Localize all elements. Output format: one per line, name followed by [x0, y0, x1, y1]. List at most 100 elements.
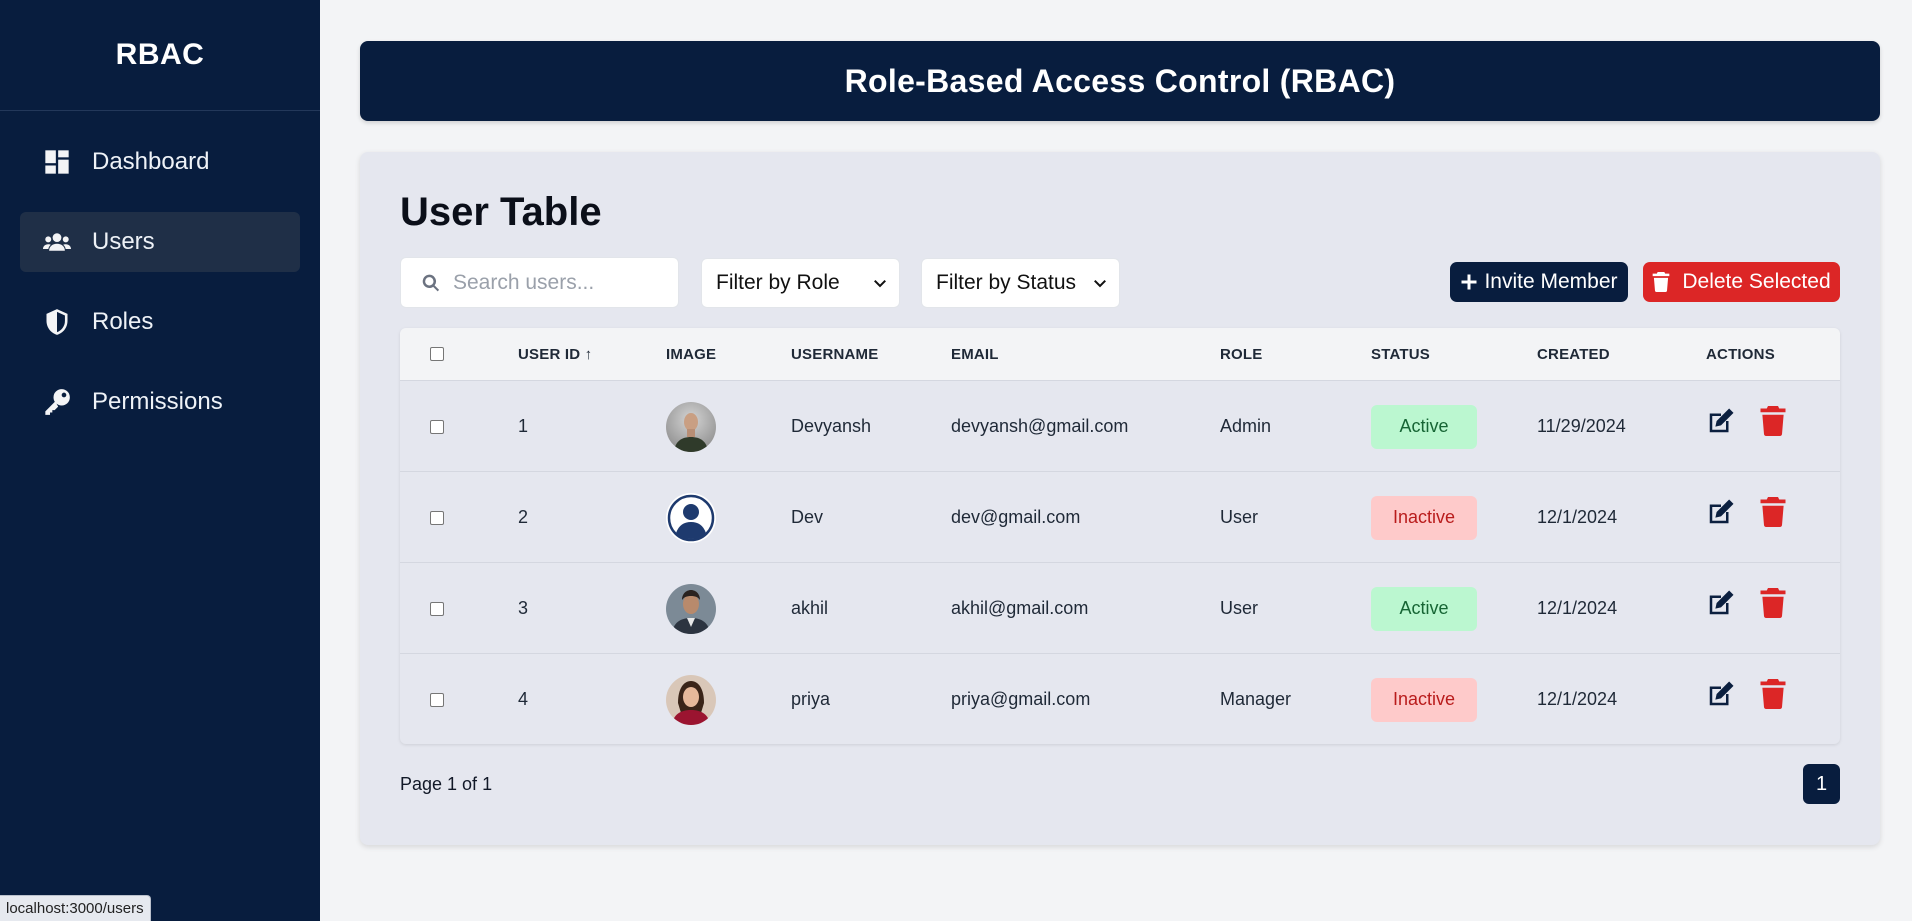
- sidebar-item-users[interactable]: Users: [20, 212, 300, 272]
- edit-icon[interactable]: [1706, 406, 1736, 436]
- created-cell: 12/1/2024: [1537, 507, 1618, 527]
- status-badge: Inactive: [1371, 495, 1477, 540]
- table-row: 1 Devyansh devyansh@gmail.com Admin Acti…: [400, 380, 1840, 471]
- row-checkbox-cell: [430, 563, 444, 654]
- row-checkbox-cell: [430, 381, 444, 472]
- status-cell: Inactive: [1371, 654, 1477, 744]
- created-cell: 12/1/2024: [1537, 598, 1618, 618]
- row-checkbox[interactable]: [430, 601, 444, 616]
- pagination-info: Page 1 of 1: [400, 774, 493, 794]
- trash-icon: [1653, 272, 1670, 292]
- username-cell: Devyansh: [791, 416, 872, 436]
- edit-icon[interactable]: [1706, 679, 1736, 709]
- status-badge: Active: [1371, 404, 1477, 449]
- sidebar-item-label: Dashboard: [92, 148, 210, 175]
- image-cell: [666, 654, 716, 744]
- user-id-cell: 1: [518, 416, 529, 436]
- trash-icon[interactable]: [1760, 405, 1786, 436]
- trash-icon[interactable]: [1760, 587, 1786, 618]
- sidebar-item-dashboard[interactable]: Dashboard: [20, 132, 300, 192]
- email-cell: dev@gmail.com: [951, 507, 1081, 527]
- role-cell: Manager: [1220, 689, 1292, 709]
- edit-icon[interactable]: [1706, 497, 1736, 527]
- avatar: [666, 583, 716, 634]
- image-cell: [666, 563, 716, 654]
- row-checkbox[interactable]: [430, 692, 444, 707]
- row-checkbox[interactable]: [430, 419, 444, 434]
- sidebar-item-permissions[interactable]: Permissions: [20, 372, 300, 432]
- delete-selected-button[interactable]: Delete Selected: [1643, 262, 1840, 302]
- delete-selected-label: Delete Selected: [1682, 270, 1831, 293]
- actions-cell: [1706, 381, 1786, 472]
- status-cell: Active: [1371, 563, 1477, 654]
- chevron-down-icon: [874, 279, 886, 288]
- table-row: 3 akhil akhil@gmail.com User Active 12/1…: [400, 562, 1840, 653]
- filter-role-select[interactable]: Filter by Role: [701, 258, 900, 308]
- sidebar: RBAC Dashboard Users Roles Permissions: [0, 0, 320, 921]
- invite-member-label: Invite Member: [1484, 270, 1618, 293]
- shield-icon: [42, 307, 72, 337]
- username-cell: Dev: [791, 507, 824, 527]
- search-input[interactable]: [453, 270, 663, 295]
- role-cell: User: [1220, 507, 1259, 527]
- role-cell: User: [1220, 598, 1259, 618]
- chevron-down-icon: [1094, 279, 1106, 288]
- invite-member-button[interactable]: Invite Member: [1450, 262, 1628, 302]
- search-box: [400, 257, 679, 308]
- search-icon: [422, 274, 440, 291]
- users-icon: [42, 227, 72, 257]
- user-id-cell: 4: [518, 689, 529, 709]
- select-all-checkbox[interactable]: [430, 347, 444, 361]
- table-header: USER ID ↑ IMAGE USERNAME EMAIL ROLE STAT…: [400, 328, 1840, 380]
- status-badge: Active: [1371, 586, 1477, 631]
- row-checkbox-cell: [430, 472, 444, 563]
- trash-icon[interactable]: [1760, 496, 1786, 527]
- row-checkbox[interactable]: [430, 510, 444, 525]
- avatar: [666, 674, 716, 725]
- filter-status-select[interactable]: Filter by Status: [921, 258, 1120, 308]
- table-row: 4 priya priya@gmail.com Manager Inactive…: [400, 653, 1840, 744]
- avatar: [666, 401, 716, 452]
- status-cell: Active: [1371, 381, 1477, 472]
- sidebar-item-label: Roles: [92, 308, 154, 335]
- avatar: [666, 492, 716, 543]
- column-header-email[interactable]: EMAIL: [951, 328, 999, 380]
- column-header-user-id[interactable]: USER ID ↑: [518, 328, 592, 380]
- image-cell: [666, 472, 716, 563]
- key-icon: [42, 387, 72, 417]
- created-cell: 12/1/2024: [1537, 689, 1618, 709]
- email-cell: devyansh@gmail.com: [951, 416, 1129, 436]
- status-badge: Inactive: [1371, 677, 1477, 722]
- column-header-status[interactable]: STATUS: [1371, 328, 1430, 380]
- users-table: USER ID ↑ IMAGE USERNAME EMAIL ROLE STAT…: [400, 328, 1840, 744]
- user-table-card: User Table Filter by Role Filter by Stat…: [360, 152, 1880, 845]
- column-header-created[interactable]: CREATED: [1537, 328, 1610, 380]
- page-header-title: Role-Based Access Control (RBAC): [844, 62, 1396, 99]
- sidebar-item-label: Permissions: [92, 388, 223, 415]
- page-header: Role-Based Access Control (RBAC): [360, 41, 1880, 121]
- username-cell: akhil: [791, 598, 829, 618]
- filter-status-value: Filter by Status: [936, 271, 1077, 294]
- actions-cell: [1706, 563, 1786, 654]
- column-header-actions: ACTIONS: [1706, 345, 1775, 363]
- user-id-cell: 2: [518, 507, 529, 527]
- column-header-role[interactable]: ROLE: [1220, 328, 1262, 380]
- brand-logo: RBAC: [0, 0, 320, 111]
- sidebar-nav: Dashboard Users Roles Permissions: [0, 111, 320, 432]
- header-checkbox-cell: [430, 328, 444, 380]
- trash-icon[interactable]: [1760, 678, 1786, 709]
- sidebar-item-roles[interactable]: Roles: [20, 292, 300, 352]
- edit-icon[interactable]: [1706, 588, 1736, 618]
- actions-cell: [1706, 472, 1786, 563]
- row-checkbox-cell: [430, 654, 444, 744]
- table-row: 2 Dev dev@gmail.com User Inactive 12/1/2…: [400, 471, 1840, 562]
- column-header-username[interactable]: USERNAME: [791, 328, 878, 380]
- actions-cell: [1706, 654, 1786, 744]
- page-1-button[interactable]: 1: [1803, 764, 1840, 804]
- dashboard-icon: [42, 147, 72, 177]
- user-id-cell: 3: [518, 598, 529, 618]
- page-title: User Table: [400, 190, 602, 234]
- column-header-image: IMAGE: [666, 345, 717, 363]
- sidebar-item-label: Users: [92, 228, 155, 255]
- filter-role-value: Filter by Role: [716, 271, 840, 294]
